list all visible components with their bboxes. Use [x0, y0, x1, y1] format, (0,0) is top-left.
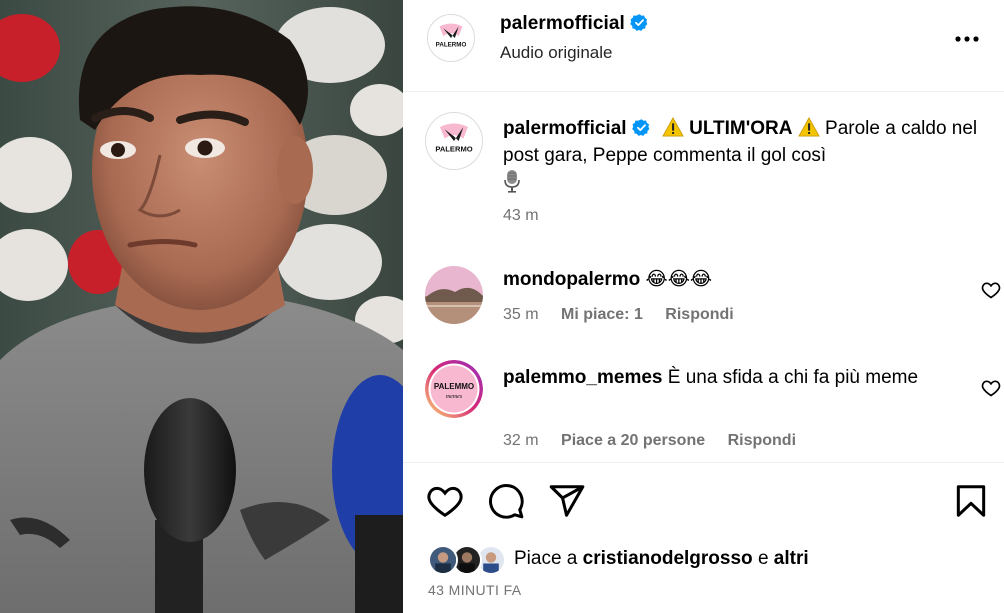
- comment-like-heart-icon[interactable]: [981, 378, 1001, 398]
- mondopalermo-avatar-image: [425, 266, 483, 324]
- verified-badge-icon: [630, 13, 649, 32]
- caption-text: palermofficial ULTIM'ORA Parole a caldo …: [503, 115, 983, 197]
- comment-body: 😂😂😂: [645, 269, 713, 290]
- comment-item: mondopalermo 😂😂😂 35 m Mi piace: 1 Rispon…: [425, 266, 1001, 336]
- post-username[interactable]: palermofficial: [500, 13, 649, 35]
- palermo-logo-icon: PALERMO: [426, 113, 482, 169]
- comment-time: 32 m: [503, 432, 539, 449]
- verified-badge-icon: [631, 118, 651, 137]
- comment-meta: 35 m Mi piace: 1 Rispondi: [503, 306, 752, 324]
- warning-icon: [662, 117, 684, 137]
- section-divider: [403, 462, 1004, 463]
- avatar-subtext: memes: [446, 394, 463, 400]
- likes-prefix: Piace a: [514, 548, 578, 569]
- post-media[interactable]: [0, 0, 403, 613]
- heart-icon[interactable]: [426, 482, 464, 520]
- bookmark-icon[interactable]: [952, 482, 990, 520]
- post-video-frame: [0, 0, 403, 613]
- comment-meta: 32 m Piace a 20 persone Rispondi: [503, 432, 814, 450]
- warning-icon: [797, 117, 820, 137]
- post-action-bar: [403, 482, 1004, 522]
- caption-username[interactable]: palermofficial: [503, 118, 627, 139]
- comment-likes-count[interactable]: Mi piace: 1: [561, 306, 643, 323]
- likes-summary: Piace a cristianodelgrosso e altri: [428, 545, 988, 575]
- likes-text: Piace a cristianodelgrosso e altri: [514, 548, 809, 570]
- profile-avatar[interactable]: PALERMO: [427, 14, 475, 62]
- liker-avatar[interactable]: [428, 545, 458, 575]
- palermo-logo-icon: PALERMO: [428, 15, 474, 61]
- post-side-panel: PALERMO palermofficial Audio originale P…: [403, 0, 1004, 613]
- comment-item: PALEMMO memes palemmo_memes È una sfida …: [425, 360, 1001, 455]
- more-options-icon[interactable]: [954, 26, 980, 52]
- likes-conj: e: [757, 548, 769, 569]
- comment-text: mondopalermo 😂😂😂: [503, 266, 943, 293]
- post-timestamp[interactable]: 43 MINUTI FA: [428, 582, 521, 598]
- logo-wordmark: PALERMO: [436, 42, 467, 49]
- likes-others-link[interactable]: altri: [774, 548, 809, 569]
- post-username-text[interactable]: palermofficial: [500, 13, 625, 34]
- comment-body: È una sfida a chi fa più meme: [667, 367, 919, 388]
- comment-avatar[interactable]: PALEMMO memes: [425, 360, 483, 418]
- comment-likes-count[interactable]: Piace a 20 persone: [561, 432, 705, 449]
- logo-wordmark: PALERMO: [435, 145, 472, 154]
- avatar-wordmark: PALEMMO: [434, 382, 474, 391]
- share-icon[interactable]: [548, 482, 586, 520]
- palemmo-memes-avatar-image: PALEMMO memes: [425, 360, 483, 418]
- comment-like-heart-icon[interactable]: [981, 280, 1001, 300]
- comment-avatar[interactable]: [425, 266, 483, 324]
- comment-text: palemmo_memes È una sfida a chi fa più m…: [503, 364, 943, 391]
- comment-reply-button[interactable]: Rispondi: [728, 432, 796, 449]
- audio-label[interactable]: Audio originale: [500, 43, 612, 63]
- caption-time: 43 m: [503, 207, 539, 224]
- comment-username[interactable]: palemmo_memes: [503, 367, 662, 388]
- caption-headline: ULTIM'ORA: [689, 118, 793, 139]
- microphone-icon: [503, 169, 521, 193]
- post-header: PALERMO palermofficial Audio originale: [403, 0, 1004, 92]
- comment-icon[interactable]: [487, 482, 525, 520]
- comment-username[interactable]: mondopalermo: [503, 269, 640, 290]
- likes-user[interactable]: cristianodelgrosso: [583, 548, 753, 569]
- caption-avatar[interactable]: PALERMO: [425, 112, 483, 170]
- comment-reply-button[interactable]: Rispondi: [665, 306, 733, 323]
- comment-time: 35 m: [503, 306, 539, 323]
